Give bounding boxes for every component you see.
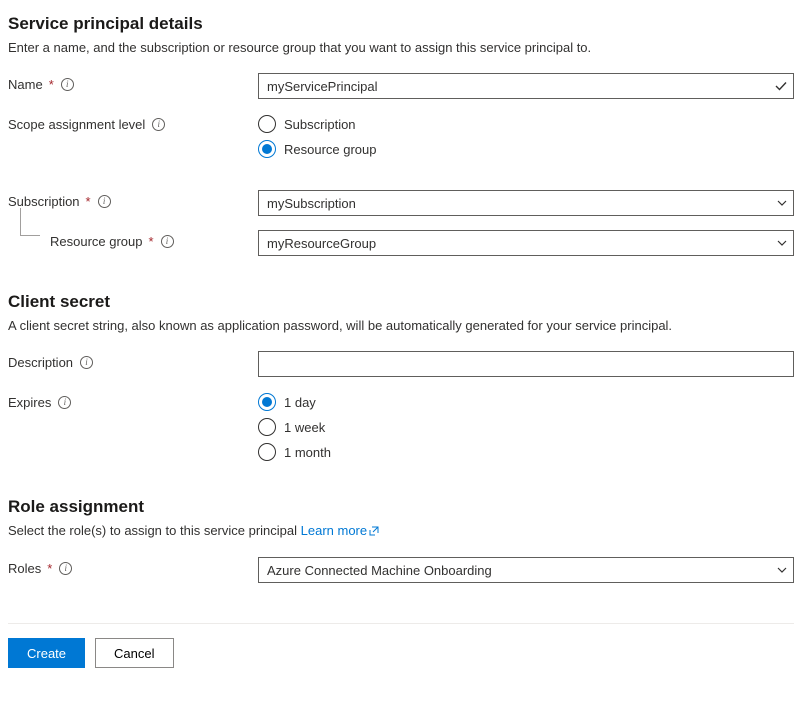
required-marker: * (86, 194, 91, 209)
name-input[interactable]: myServicePrincipal (258, 73, 794, 99)
section-desc-secret: A client secret string, also known as ap… (8, 318, 794, 333)
expires-radio-1day[interactable]: 1 day (258, 393, 794, 411)
section-heading-secret: Client secret (8, 292, 794, 312)
roles-dropdown[interactable]: Azure Connected Machine Onboarding (258, 557, 794, 583)
radio-label: Resource group (284, 142, 377, 157)
label-scope: Scope assignment level i (8, 113, 258, 132)
section-heading-principal: Service principal details (8, 14, 794, 34)
required-marker: * (149, 234, 154, 249)
scope-radio-group: Subscription Resource group (258, 113, 794, 158)
cancel-button[interactable]: Cancel (95, 638, 173, 668)
radio-label: 1 month (284, 445, 331, 460)
footer-actions: Create Cancel (8, 624, 794, 682)
resource-group-dropdown[interactable]: myResourceGroup (258, 230, 794, 256)
expires-radio-1week[interactable]: 1 week (258, 418, 794, 436)
label-roles: Roles* i (8, 557, 258, 576)
section-desc-principal: Enter a name, and the subscription or re… (8, 40, 794, 55)
label-expires: Expires i (8, 391, 258, 410)
subscription-dropdown[interactable]: mySubscription (258, 190, 794, 216)
info-icon[interactable]: i (161, 235, 174, 248)
expires-radio-1month[interactable]: 1 month (258, 443, 794, 461)
create-button[interactable]: Create (8, 638, 85, 668)
learn-more-link[interactable]: Learn more (301, 523, 379, 538)
info-icon[interactable]: i (58, 396, 71, 409)
tree-line-icon (20, 208, 40, 236)
expires-radio-group: 1 day 1 week 1 month (258, 391, 794, 461)
label-name: Name* i (8, 73, 258, 92)
info-icon[interactable]: i (80, 356, 93, 369)
label-description: Description i (8, 351, 258, 370)
section-desc-role: Select the role(s) to assign to this ser… (8, 523, 794, 539)
info-icon[interactable]: i (59, 562, 72, 575)
radio-label: Subscription (284, 117, 356, 132)
info-icon[interactable]: i (98, 195, 111, 208)
label-resource-group: Resource group* i (8, 230, 258, 249)
info-icon[interactable]: i (152, 118, 165, 131)
radio-label: 1 day (284, 395, 316, 410)
scope-radio-subscription[interactable]: Subscription (258, 115, 794, 133)
info-icon[interactable]: i (61, 78, 74, 91)
scope-radio-resource-group[interactable]: Resource group (258, 140, 794, 158)
external-link-icon (369, 524, 379, 539)
label-subscription: Subscription* i (8, 190, 258, 209)
required-marker: * (47, 561, 52, 576)
required-marker: * (49, 77, 54, 92)
section-heading-role: Role assignment (8, 497, 794, 517)
description-input[interactable] (258, 351, 794, 377)
radio-label: 1 week (284, 420, 325, 435)
